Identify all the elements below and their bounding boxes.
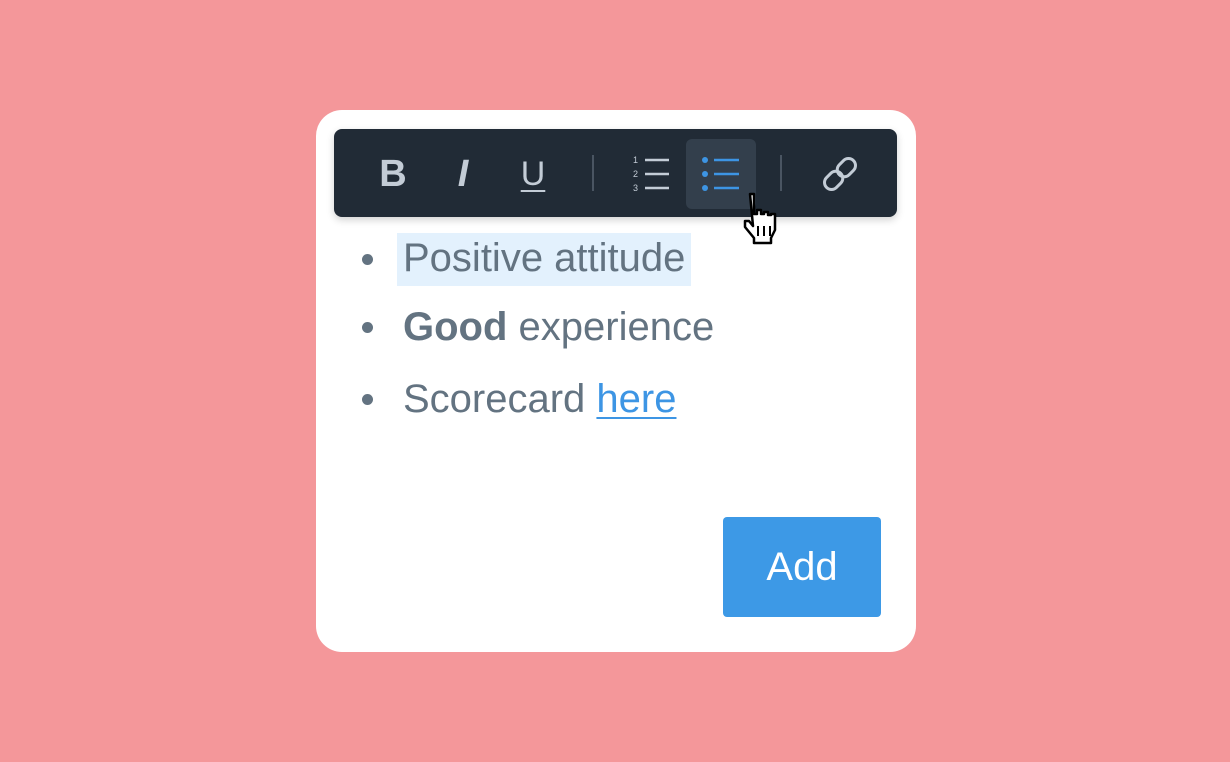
underline-button[interactable]: U (498, 139, 568, 209)
formatting-toolbar: B I U 1 2 3 (334, 129, 897, 217)
bold-icon: B (379, 153, 407, 195)
editor-card: B I U 1 2 3 Positive attitude Good exper… (316, 110, 916, 652)
bullet-list-icon (702, 157, 739, 191)
bullet-dot (362, 321, 373, 333)
selected-text[interactable]: Positive attitude (397, 232, 692, 286)
toolbar-divider (780, 155, 782, 191)
underline-icon: U (520, 155, 546, 193)
hyperlink[interactable]: here (596, 377, 676, 421)
ordered-list-button[interactable]: 1 2 3 (616, 139, 686, 209)
italic-button[interactable]: I (428, 139, 498, 209)
link-button[interactable] (805, 139, 875, 209)
plain-text: experience (507, 304, 715, 349)
hand-pointer-cursor-icon (743, 192, 777, 245)
toolbar-divider (592, 155, 594, 191)
list-item-text[interactable]: Good experience (403, 305, 714, 350)
list-item-text[interactable]: Scorecard here (403, 377, 676, 422)
add-button[interactable]: Add (723, 517, 881, 617)
svg-text:3: 3 (633, 183, 638, 193)
bold-text: Good (403, 304, 508, 349)
bold-button[interactable]: B (358, 139, 428, 209)
bullet-dot (362, 253, 373, 265)
svg-text:1: 1 (633, 155, 638, 165)
bullet-dot (362, 393, 373, 405)
link-icon (823, 157, 857, 191)
plain-text: Scorecard (403, 376, 597, 421)
ordered-list-icon: 1 2 3 (633, 155, 669, 193)
italic-icon: I (457, 153, 469, 195)
svg-text:2: 2 (633, 169, 638, 179)
